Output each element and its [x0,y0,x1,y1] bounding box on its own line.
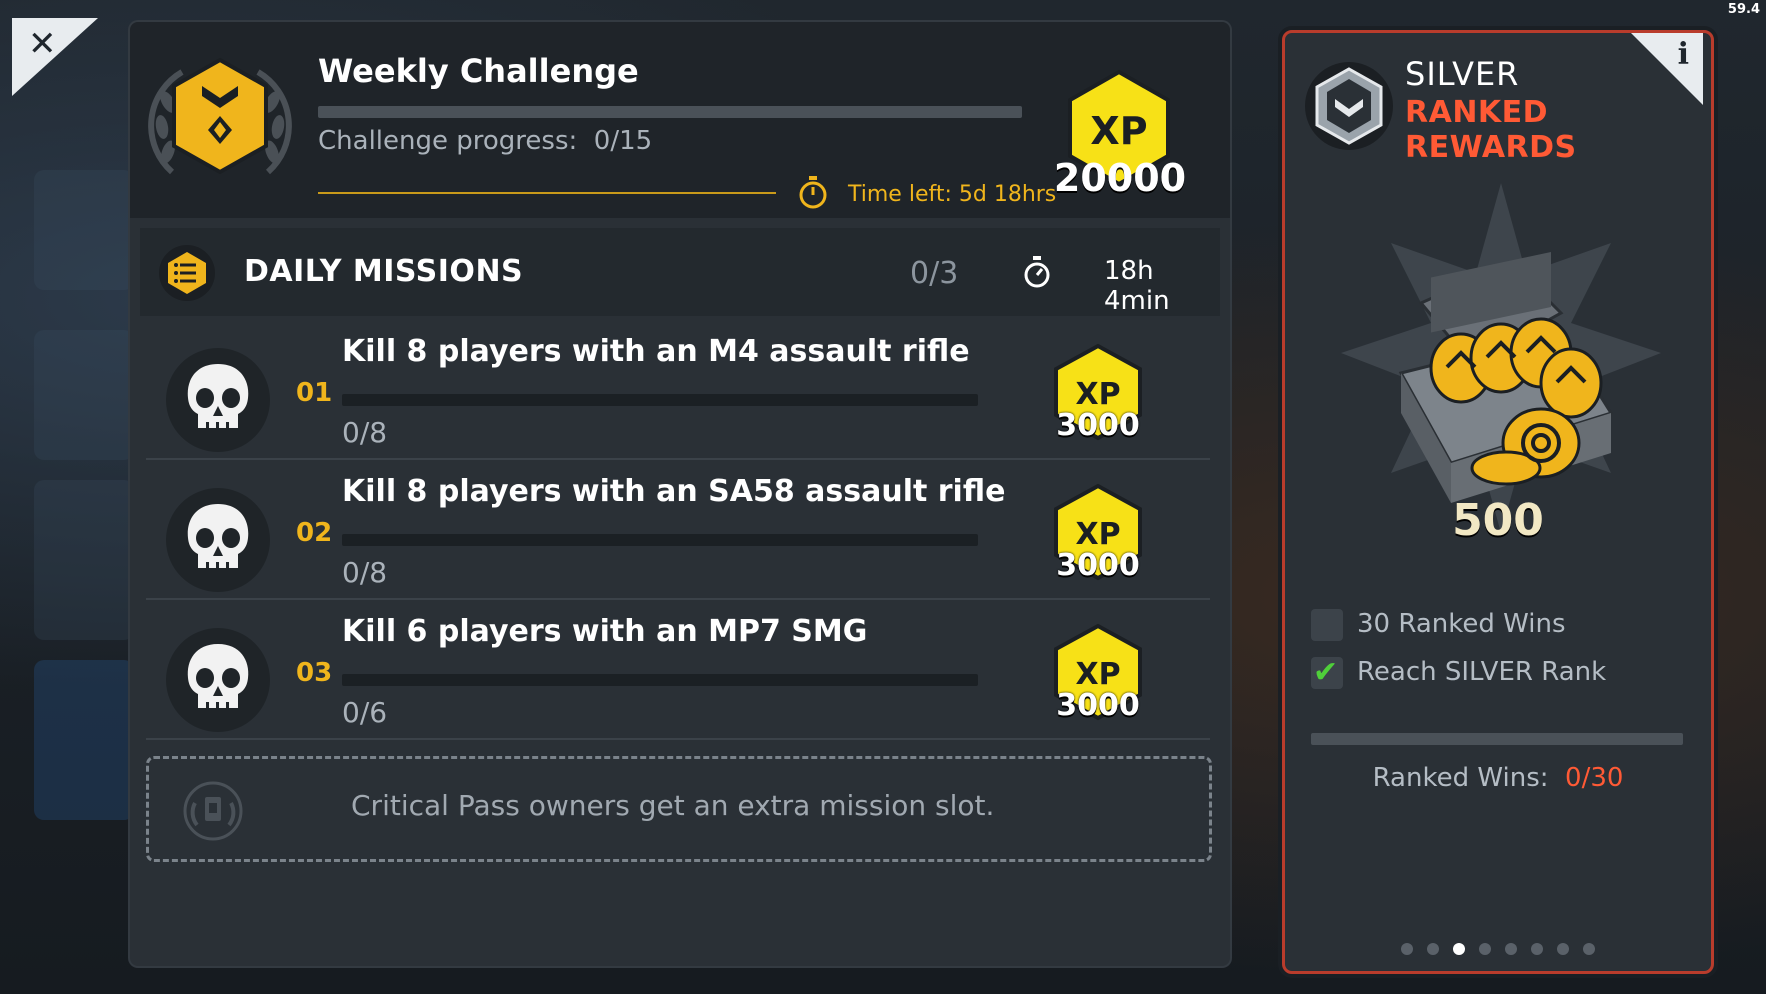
mission-xp: 3000 [1056,408,1140,443]
missions-panel: Weekly Challenge Challenge progress: 0/1… [130,22,1230,966]
info-icon: i [1677,37,1689,72]
skull-icon [166,488,270,592]
ranked-wins-progress-bar [1311,733,1683,745]
stopwatch-icon [799,176,827,209]
weekly-time-left: Time left: 5d 18hrs [848,182,1057,207]
weekly-progress-value: 0/15 [593,126,653,156]
daily-missions-time: 18h 4min [1104,256,1170,316]
page-dot-active[interactable] [1453,943,1465,955]
page-dot[interactable] [1427,943,1439,955]
critical-pass-icon [183,781,243,841]
mission-title: Kill 6 players with an MP7 SMG [342,614,868,649]
weekly-progress-bar [318,106,1022,118]
stopwatch-icon [1024,256,1050,288]
mission-xp: 3000 [1056,548,1140,583]
reward-amount: 500 [1452,495,1544,546]
background-menu-tile [34,660,134,820]
mission-title: Kill 8 players with an M4 assault rifle [342,334,970,369]
medal-icon [148,57,292,175]
page-dot[interactable] [1401,943,1413,955]
background-menu-tile [34,480,134,640]
mission-row[interactable]: 02 Kill 8 players with an SA58 assault r… [146,462,1210,600]
mission-row[interactable]: 01 Kill 8 players with an M4 assault rif… [146,322,1210,460]
background-menu-tile [34,170,134,290]
xp-label: XP [1075,657,1120,692]
ranked-wins-value: 0/30 [1565,763,1624,793]
checklist-icon [159,245,215,301]
silver-rank-icon [1305,62,1393,150]
mission-number: 01 [296,378,333,408]
extra-slot-text: Critical Pass owners get an extra missio… [351,789,995,822]
page-dot[interactable] [1479,943,1491,955]
ranked-wins-label: Ranked Wins: 0/30 [1372,763,1624,793]
rank-name: SILVER [1405,55,1520,93]
mission-progress: 0/8 [342,416,388,449]
page-dot[interactable] [1557,943,1569,955]
skull-icon [166,628,270,732]
check-icon: ✔ [1313,655,1339,690]
mission-xp: 3000 [1056,688,1140,723]
weekly-challenge-title: Weekly Challenge [318,52,639,90]
mission-progress-bar [342,534,978,546]
mission-number: 02 [296,518,333,548]
mission-progress: 0/6 [342,696,388,729]
page-dot[interactable] [1583,943,1595,955]
mission-number: 03 [296,658,333,688]
fps-counter: 59.4 [1727,2,1760,17]
close-icon: ✕ [28,24,57,64]
ranked-rewards-panel[interactable]: SILVER RANKED REWARDS i 500 30 Ranked Wi… [1282,30,1714,974]
xp-label: XP [1075,517,1120,552]
page-indicator[interactable] [1285,940,1711,959]
xp-label: XP [1075,377,1120,412]
weekly-progress-text: Challenge progress: 0/15 [318,126,653,156]
daily-missions-title: DAILY MISSIONS [244,254,524,289]
skull-icon [166,348,270,452]
mission-row[interactable]: 03 Kill 6 players with an MP7 SMG 0/6 XP… [146,602,1210,740]
timer-divider [318,192,776,194]
daily-missions-count: 0/3 [910,256,959,291]
checkbox: ✔ [1311,655,1343,690]
mission-progress-bar [342,674,978,686]
mission-title: Kill 8 players with an SA58 assault rifl… [342,474,1006,509]
weekly-xp-amount: 20000 [1053,156,1187,200]
weekly-challenge[interactable]: Weekly Challenge Challenge progress: 0/1… [130,22,1230,218]
page-dot[interactable] [1505,943,1517,955]
background-menu-tile [34,330,134,460]
daily-missions-header: DAILY MISSIONS 0/3 18h 4min [140,228,1220,316]
xp-label: XP [1090,109,1147,153]
checkbox [1311,609,1343,641]
extra-mission-slot[interactable]: Critical Pass owners get an extra missio… [146,756,1212,862]
page-dot[interactable] [1531,943,1543,955]
mission-progress-bar [342,394,978,406]
mission-progress: 0/8 [342,556,388,589]
